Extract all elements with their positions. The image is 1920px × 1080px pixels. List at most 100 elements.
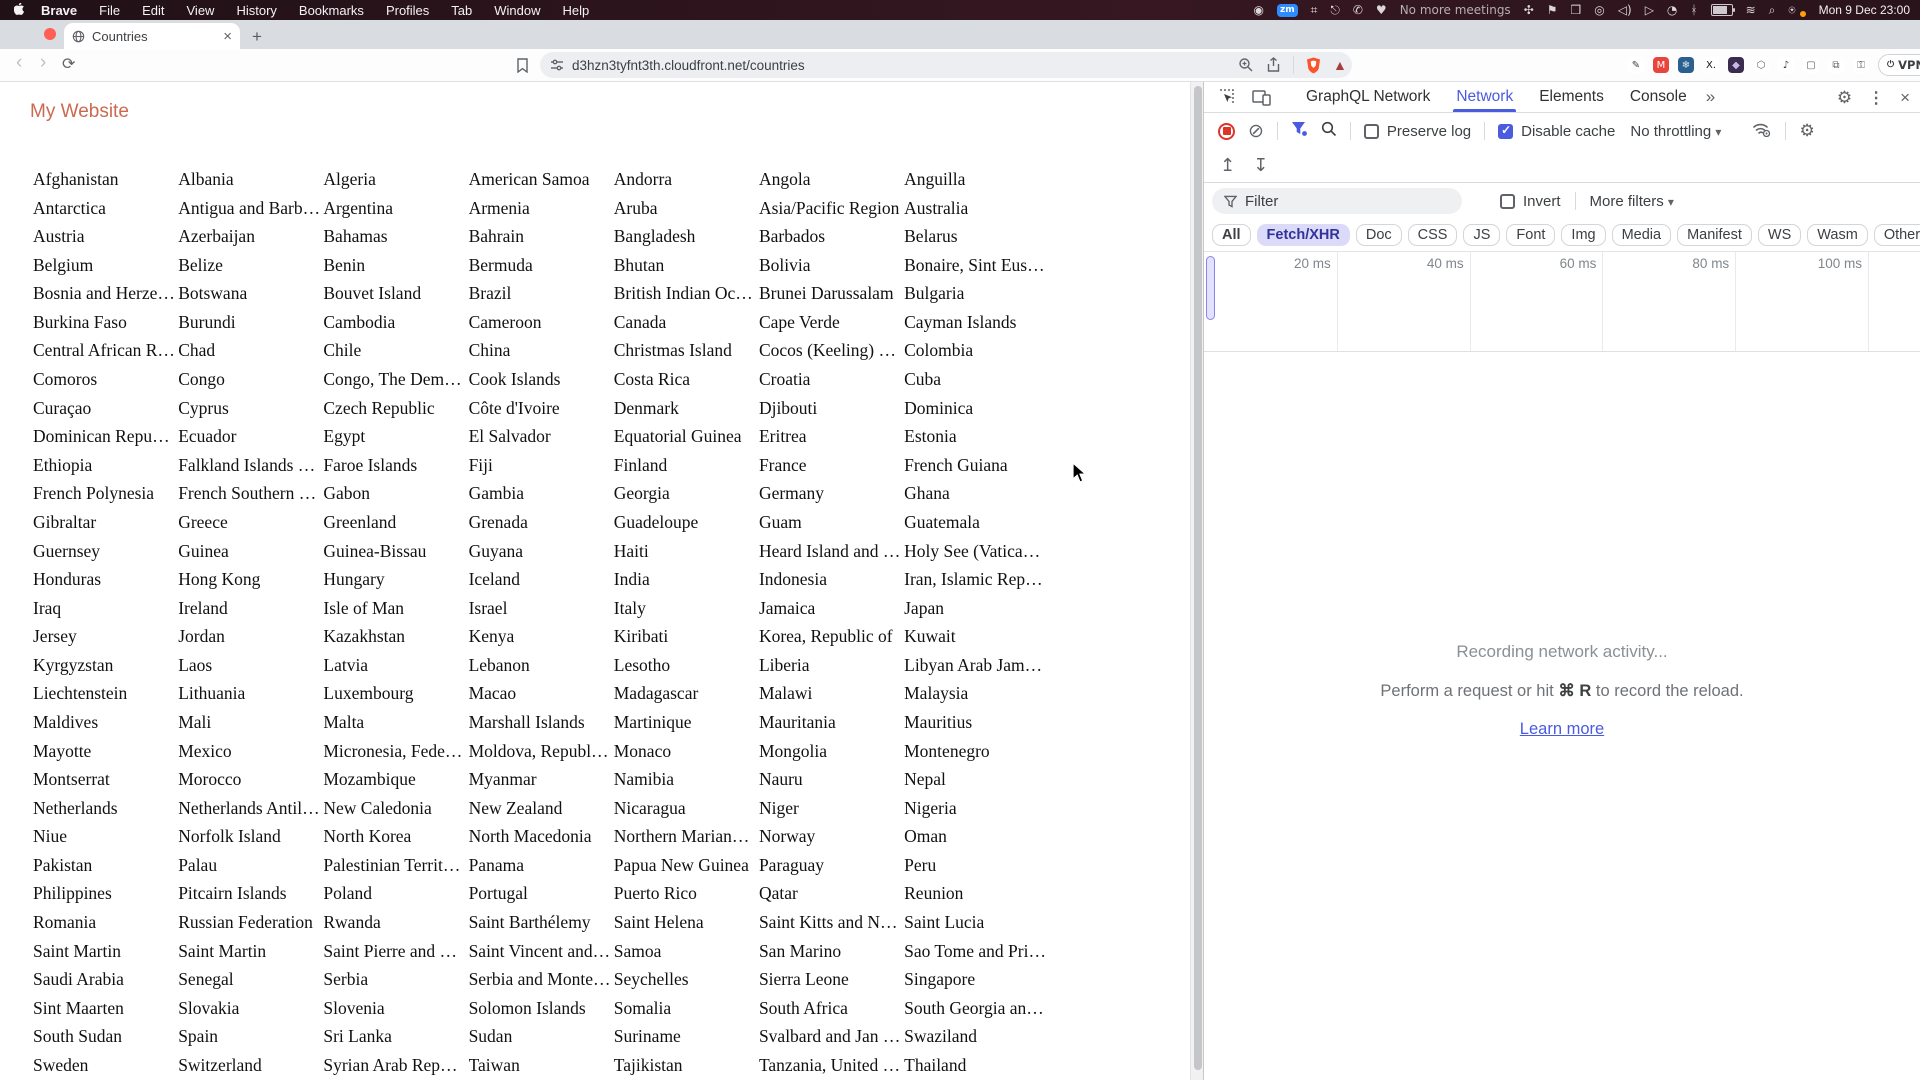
menu-help[interactable]: Help	[563, 3, 590, 18]
new-tab-button[interactable]: +	[252, 27, 262, 47]
chip-font[interactable]: Font	[1506, 224, 1556, 246]
devtools-tab-graphql-network[interactable]: GraphQL Network	[1293, 82, 1443, 112]
preserve-log-label[interactable]: Preserve log	[1387, 123, 1471, 140]
filter-input[interactable]: Filter	[1212, 188, 1462, 214]
page-scrollbar[interactable]	[1193, 86, 1202, 1070]
tab-close-icon[interactable]: ×	[223, 29, 232, 44]
network-conditions-icon[interactable]	[1752, 121, 1772, 142]
lock-status-icon[interactable]: ⎋	[1330, 0, 1340, 20]
profile-switcher-icon[interactable]: ⍟	[1788, 0, 1795, 20]
throttling-select[interactable]: No throttling ▾	[1630, 123, 1721, 140]
learn-more-link[interactable]: Learn more	[1520, 720, 1604, 738]
invert-label[interactable]: Invert	[1523, 193, 1561, 210]
har-export-icon[interactable]: ↧	[1253, 155, 1268, 176]
har-import-icon[interactable]: ↥	[1220, 155, 1235, 176]
keyboard-status-icon[interactable]: ⌗	[1311, 0, 1318, 20]
key-extension-icon[interactable]: ⚿	[1853, 57, 1869, 73]
invert-checkbox[interactable]	[1500, 193, 1515, 209]
forward-button[interactable]: ›	[40, 52, 46, 74]
music-extension-icon[interactable]: ♪	[1778, 57, 1794, 73]
volume-status-icon[interactable]: ◁)	[1618, 0, 1632, 20]
target-status-icon[interactable]: ◎	[1594, 0, 1604, 20]
filter-toggle-icon[interactable]	[1291, 121, 1308, 142]
menu-edit[interactable]: Edit	[142, 3, 164, 18]
menu-bookmarks[interactable]: Bookmarks	[299, 3, 364, 18]
preserve-log-checkbox[interactable]	[1363, 123, 1379, 139]
devtools-close-icon[interactable]: ×	[1900, 88, 1910, 108]
clear-network-log-icon[interactable]: ⊘	[1248, 122, 1264, 141]
chip-manifest[interactable]: Manifest	[1677, 224, 1752, 246]
chip-js[interactable]: JS	[1463, 224, 1501, 246]
brave-rewards-icon[interactable]: ▲	[1333, 57, 1347, 73]
apple-menu-icon[interactable]	[14, 2, 27, 18]
devtools-kebab-menu-icon[interactable]: ⋮	[1868, 88, 1884, 108]
wifi-status-icon[interactable]: ≋	[1746, 0, 1756, 20]
brave-shield-icon[interactable]	[1306, 57, 1321, 74]
search-network-icon[interactable]	[1321, 121, 1337, 142]
chip-img[interactable]: Img	[1561, 224, 1606, 246]
device-toolbar-icon[interactable]	[1252, 89, 1271, 106]
back-button[interactable]: ‹	[16, 52, 22, 74]
snowflake-extension-icon[interactable]: ❄	[1678, 57, 1694, 73]
fan-status-icon[interactable]: ✣	[1524, 0, 1534, 20]
frame-extension-icon[interactable]: ▢	[1803, 57, 1819, 73]
network-overview-timeline[interactable]: 20 ms 40 ms 60 ms 80 ms 100 ms	[1204, 252, 1920, 352]
record-status-icon[interactable]: ◉	[1253, 0, 1263, 20]
more-filters-dropdown[interactable]: More filters ▾	[1590, 193, 1674, 210]
chip-ws[interactable]: WS	[1757, 224, 1802, 246]
play-status-icon[interactable]: ▷	[1645, 0, 1654, 20]
x-extension-icon[interactable]: X.	[1703, 57, 1719, 73]
country-cell: Brunei Darussalam	[758, 283, 894, 304]
menu-file[interactable]: File	[99, 3, 120, 18]
menu-brave[interactable]: Brave	[41, 3, 77, 18]
url-text[interactable]: d3hzn3tyfnt3th.cloudfront.net/countries	[572, 58, 1342, 73]
disable-cache-label[interactable]: Disable cache	[1521, 123, 1615, 140]
dark-extension-icon[interactable]: ◆	[1728, 57, 1744, 73]
menu-window[interactable]: Window	[494, 3, 540, 18]
spotlight-search-icon[interactable]: ⌕	[1769, 0, 1776, 20]
chip-wasm[interactable]: Wasm	[1807, 224, 1868, 246]
chip-other[interactable]: Other	[1873, 224, 1920, 246]
pencil-extension-icon[interactable]: ✎	[1628, 57, 1644, 73]
copy-extension-icon[interactable]: ⧉	[1828, 57, 1844, 73]
network-settings-gear-icon[interactable]: ⚙	[1799, 121, 1814, 141]
mail-extension-icon[interactable]: M	[1653, 57, 1669, 73]
vpn-button[interactable]: ⏻ VPN	[1878, 54, 1920, 76]
url-bar[interactable]: d3hzn3tyfnt3th.cloudfront.net/countries	[540, 52, 1352, 78]
devtools-tab-console[interactable]: Console	[1617, 82, 1700, 112]
zoom-page-icon[interactable]	[1238, 57, 1254, 73]
bookmark-icon[interactable]	[516, 58, 529, 73]
record-network-log-button[interactable]	[1218, 122, 1235, 140]
menu-profiles[interactable]: Profiles	[386, 3, 429, 18]
browser-tab-countries[interactable]: Countries ×	[64, 23, 240, 49]
tune-icon[interactable]	[550, 58, 564, 72]
more-tabs-icon[interactable]: »	[1706, 87, 1715, 107]
outline-extension-icon[interactable]: ⬡	[1753, 57, 1769, 73]
meeting-text[interactable]: No more meetings	[1400, 0, 1511, 20]
person-status-icon[interactable]: ◔	[1667, 0, 1677, 20]
devtools-tab-elements[interactable]: Elements	[1526, 82, 1617, 112]
phone-status-icon[interactable]: ✆	[1353, 0, 1363, 20]
chip-css[interactable]: CSS	[1407, 224, 1458, 246]
menu-history[interactable]: History	[236, 3, 276, 18]
chip-fetch-xhr[interactable]: Fetch/XHR	[1256, 224, 1350, 246]
zoom-app-icon[interactable]: zm	[1276, 3, 1298, 17]
battery-status-icon[interactable]	[1710, 4, 1735, 16]
reload-button[interactable]: ⟳	[62, 54, 75, 74]
flag-status-icon[interactable]: ⚑	[1547, 0, 1558, 20]
traffic-light-close[interactable]	[44, 28, 56, 40]
bluetooth-status-icon[interactable]: ᚼ	[1690, 0, 1697, 20]
tiles-status-icon[interactable]: ❒	[1571, 0, 1582, 20]
inspect-element-icon[interactable]	[1218, 88, 1236, 106]
chip-media[interactable]: Media	[1611, 224, 1672, 246]
devtools-settings-gear-icon[interactable]: ⚙	[1837, 88, 1852, 108]
share-icon[interactable]	[1266, 57, 1281, 73]
menu-view[interactable]: View	[187, 3, 215, 18]
heart-status-icon[interactable]: ♥	[1376, 0, 1387, 20]
chip-all[interactable]: All	[1212, 224, 1251, 246]
menu-tab[interactable]: Tab	[451, 3, 472, 18]
disable-cache-checkbox[interactable]	[1498, 123, 1514, 139]
devtools-tab-network[interactable]: Network	[1443, 82, 1526, 112]
devtools-splitter[interactable]	[1190, 82, 1203, 1080]
chip-doc[interactable]: Doc	[1355, 224, 1402, 246]
